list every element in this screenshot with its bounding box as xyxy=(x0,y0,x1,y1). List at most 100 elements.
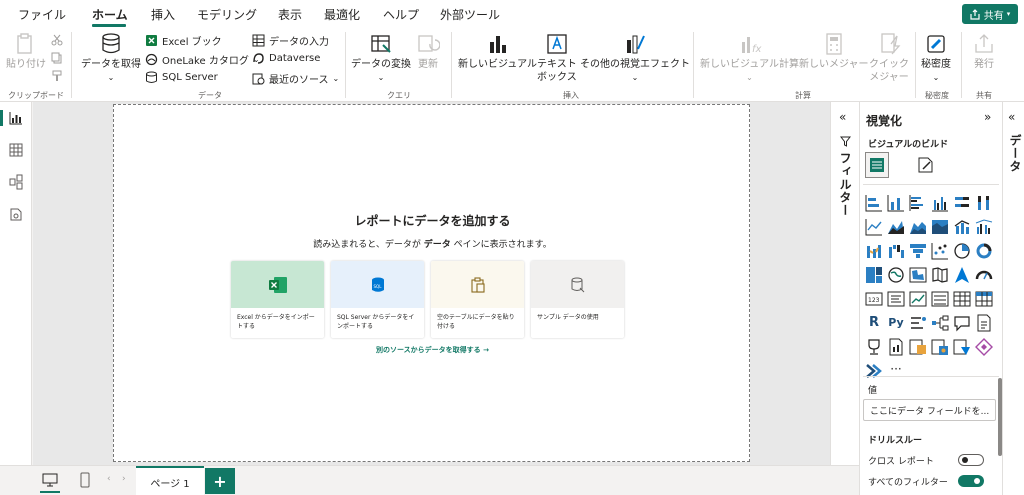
decomposition-tree-icon[interactable] xyxy=(931,314,949,332)
previous-page-icon[interactable]: ‹ xyxy=(107,474,111,484)
sql-server-button[interactable]: SQL Server xyxy=(145,71,218,84)
tab-home[interactable]: ホーム xyxy=(92,6,128,23)
expand-chevron-icon[interactable]: « xyxy=(839,110,846,124)
scatter-chart-icon[interactable] xyxy=(931,242,949,260)
table-view-icon[interactable] xyxy=(8,142,24,158)
import-excel-card[interactable]: Excel からデータをインポートする xyxy=(231,261,324,338)
treemap-icon[interactable] xyxy=(865,266,883,284)
gauge-icon[interactable] xyxy=(975,266,993,284)
dataverse-button[interactable]: Dataverse xyxy=(252,52,320,65)
model-view-icon[interactable] xyxy=(8,174,24,190)
tab-external-tools[interactable]: 外部ツール xyxy=(440,6,500,23)
add-page-button[interactable]: + xyxy=(205,468,235,494)
more-visuals-button[interactable]: その他の視覚エフェクト ⌄ xyxy=(580,32,690,84)
funnel-chart-icon[interactable] xyxy=(909,242,927,260)
copy-icon[interactable] xyxy=(51,52,63,64)
desktop-layout-icon[interactable] xyxy=(42,473,58,487)
area-chart-icon[interactable] xyxy=(887,218,905,236)
format-painter-icon[interactable] xyxy=(51,70,63,82)
100-stacked-area-chart-icon[interactable] xyxy=(931,218,949,236)
tab-modeling[interactable]: モデリング xyxy=(197,6,257,23)
enter-data-button[interactable]: データの入力 xyxy=(252,33,329,48)
line-chart-icon[interactable] xyxy=(865,218,883,236)
metrics-icon[interactable] xyxy=(865,338,883,356)
sensitivity-button[interactable]: 秘密度 ⌄ xyxy=(921,32,951,84)
tab-file[interactable]: ファイル xyxy=(18,6,66,23)
new-measure-button[interactable]: 新しいメジャー xyxy=(799,32,869,71)
donut-chart-icon[interactable] xyxy=(975,242,993,260)
expand-chevron-icon[interactable]: « xyxy=(1008,110,1015,124)
stacked-column-chart-icon[interactable] xyxy=(887,194,905,212)
slicer-icon[interactable] xyxy=(931,290,949,308)
new-visual-calculation-button[interactable]: fx 新しいビジュアル計算 ⌄ xyxy=(700,32,799,84)
report-page[interactable]: レポートにデータを追加する 読み込まれると、データが データ ペインに表示されま… xyxy=(113,104,750,462)
power-apps-diamond-icon[interactable] xyxy=(975,338,993,356)
tab-insert[interactable]: 挿入 xyxy=(151,6,175,23)
100-stacked-column-chart-icon[interactable] xyxy=(975,194,993,212)
waterfall-chart-icon[interactable] xyxy=(887,242,905,260)
page-tab-1[interactable]: ページ 1 xyxy=(136,466,204,495)
keep-filters-toggle[interactable] xyxy=(958,475,984,487)
refresh-button[interactable]: 更新 xyxy=(416,32,440,71)
kpi-icon[interactable] xyxy=(909,290,927,308)
qa-icon[interactable] xyxy=(953,314,971,332)
filled-map-icon[interactable] xyxy=(909,266,927,284)
dax-query-view-icon[interactable] xyxy=(8,206,24,222)
more-visuals-ellipsis-icon[interactable]: ··· xyxy=(887,362,905,380)
matrix-icon[interactable] xyxy=(975,290,993,308)
report-view-icon[interactable] xyxy=(8,110,24,126)
map-icon[interactable] xyxy=(887,266,905,284)
cut-icon[interactable] xyxy=(51,34,63,46)
tab-view[interactable]: 表示 xyxy=(278,6,302,23)
paste-table-card[interactable]: 空のテーブルにデータを貼り付ける xyxy=(431,261,524,338)
recent-sources-button[interactable]: 最近のソース ⌄ xyxy=(252,71,339,86)
publish-button[interactable]: 発行 xyxy=(972,32,996,71)
line-and-clustered-column-chart-icon[interactable] xyxy=(975,218,993,236)
r-script-icon[interactable]: R xyxy=(865,314,883,332)
card-icon[interactable]: 123 xyxy=(865,290,883,308)
mobile-layout-icon[interactable] xyxy=(80,472,90,488)
next-page-icon[interactable]: › xyxy=(122,474,126,484)
shape-map-icon[interactable] xyxy=(931,266,949,284)
paginated-report-icon[interactable] xyxy=(887,338,905,356)
excel-workbook-button[interactable]: Excel ブック xyxy=(145,33,222,48)
get-data-from-another-source-link[interactable]: 別のソースからデータを取得する → xyxy=(114,345,751,355)
stacked-area-chart-icon[interactable] xyxy=(909,218,927,236)
clustered-column-chart-icon[interactable] xyxy=(931,194,949,212)
smart-narrative-icon[interactable] xyxy=(975,314,993,332)
azure-map-icon[interactable] xyxy=(953,266,971,284)
100-stacked-bar-chart-icon[interactable] xyxy=(953,194,971,212)
tab-help[interactable]: ヘルプ xyxy=(383,6,419,23)
new-visual-button[interactable]: 新しいビジュアル xyxy=(458,32,537,71)
get-data-button[interactable]: データを取得 ⌄ xyxy=(81,32,141,84)
pie-chart-icon[interactable] xyxy=(953,242,971,260)
text-box-button[interactable]: テキスト ボックス xyxy=(537,32,577,84)
power-automate-icon[interactable] xyxy=(953,338,971,356)
line-and-stacked-column-chart-icon[interactable] xyxy=(953,218,971,236)
tab-optimize[interactable]: 最適化 xyxy=(324,6,360,23)
data-pane-collapsed[interactable]: « データ xyxy=(1002,102,1024,495)
quick-measure-button[interactable]: クイック メジャー xyxy=(869,32,909,84)
transform-data-button[interactable]: データの変換 ⌄ xyxy=(351,32,411,84)
sample-data-card[interactable]: サンプル データの使用 xyxy=(531,261,624,338)
ribbon-chart-icon[interactable] xyxy=(865,242,883,260)
azure-maps-alt-icon[interactable] xyxy=(909,338,927,356)
filter-pane-collapsed[interactable]: « フィルター xyxy=(830,102,859,465)
python-visual-icon[interactable]: Py xyxy=(887,314,905,332)
power-apps-icon[interactable] xyxy=(931,338,949,356)
clustered-bar-chart-icon[interactable] xyxy=(909,194,927,212)
values-drop-field[interactable]: ここにデータ フィールドを... xyxy=(863,399,996,421)
table-visual-icon[interactable] xyxy=(953,290,971,308)
key-influencers-icon[interactable] xyxy=(909,314,927,332)
format-visual-icon[interactable] xyxy=(917,156,935,174)
import-sql-card[interactable]: SQL SQL Server からデータをインポートする xyxy=(331,261,424,338)
copilot-icon[interactable] xyxy=(865,362,883,380)
cross-report-toggle[interactable] xyxy=(958,454,984,466)
paste-button[interactable]: 貼り付け xyxy=(6,32,46,71)
multi-row-card-icon[interactable] xyxy=(887,290,905,308)
build-visual-tab[interactable] xyxy=(865,152,889,178)
share-button[interactable]: 共有 ▾ xyxy=(962,4,1018,24)
onelake-catalog-button[interactable]: OneLake カタログ ⌄ xyxy=(145,52,260,67)
stacked-bar-chart-icon[interactable] xyxy=(865,194,883,212)
collapse-chevron-icon[interactable]: » xyxy=(984,110,991,124)
